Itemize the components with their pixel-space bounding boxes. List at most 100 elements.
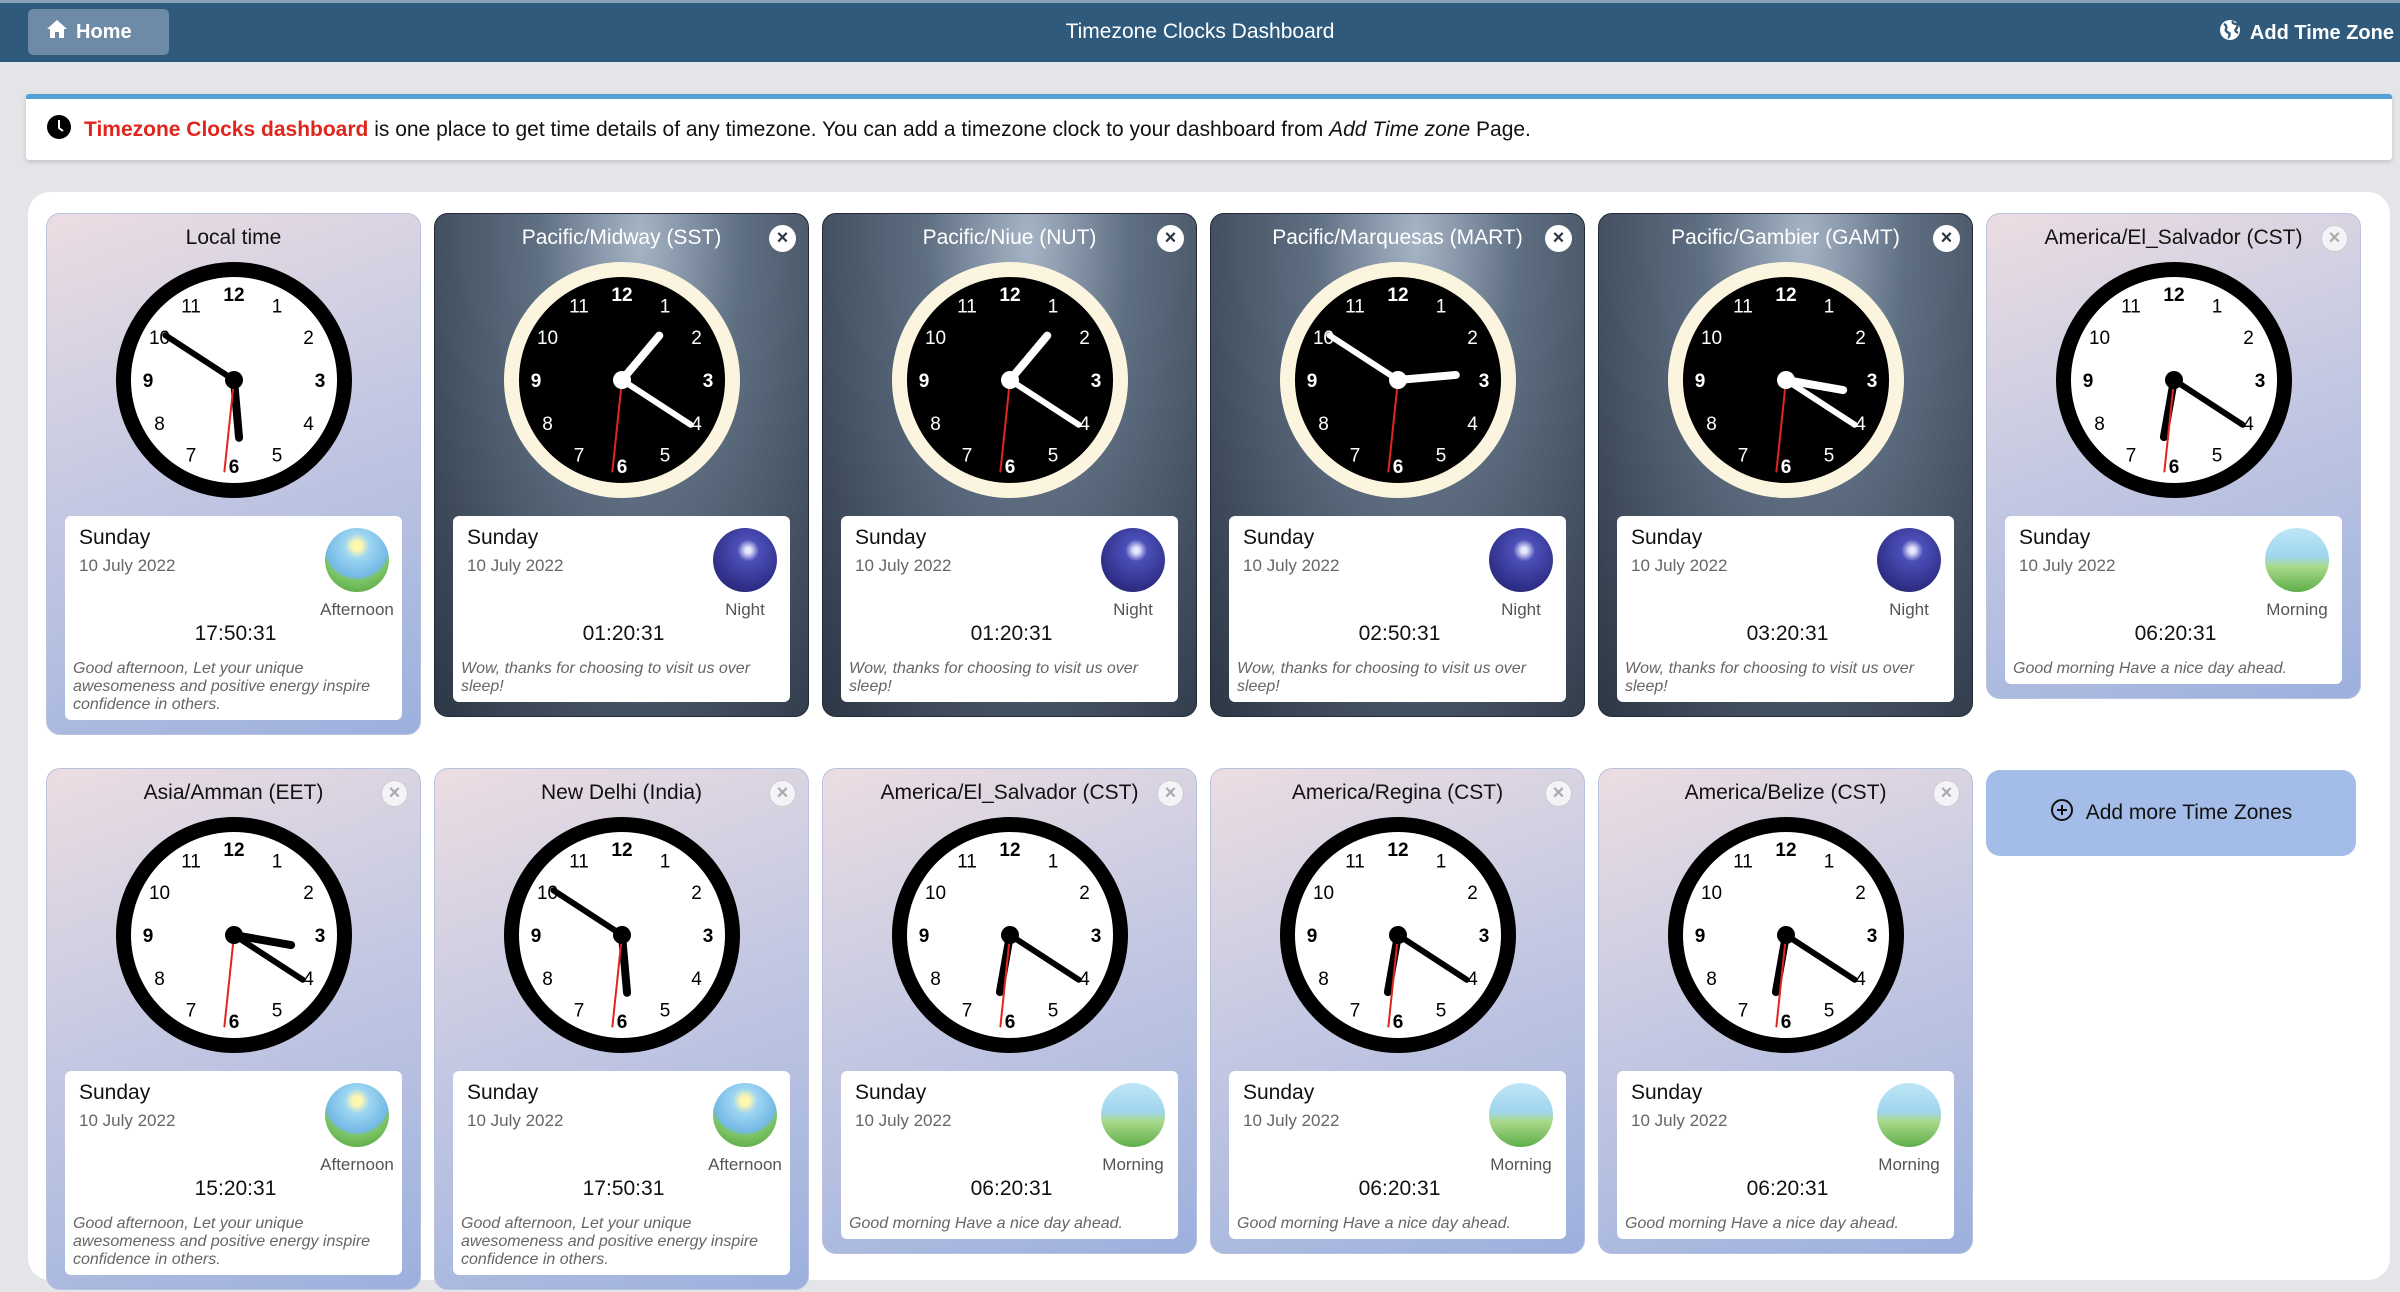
remove-clock-button[interactable]: × [381,780,408,807]
night-scene-icon [1489,528,1553,592]
clock-number: 3 [1090,371,1101,392]
clock-number: 11 [1345,852,1365,873]
greeting-message: Wow, thanks for choosing to visit us ove… [1625,660,1915,695]
clock-number: 8 [154,414,165,435]
close-icon: × [1940,227,1953,249]
clock-number: 8 [542,414,553,435]
digital-time: 06:20:31 [970,1177,1053,1200]
remove-clock-button[interactable]: × [1545,780,1572,807]
timezone-card: America/Regina (CST) × 1 2 3 4 5 6 7 8 9 10 11 12 Sun… [1210,768,1585,1254]
time-details: Sunday 10 July 2022 Morning 06:20:31 Goo… [841,1071,1178,1239]
timezone-card: America/Belize (CST) × 1 2 3 4 5 6 7 8 9 10 11 12 Sun… [1598,768,1973,1254]
clock-number: 9 [1694,926,1705,947]
clock-number: 9 [142,926,153,947]
add-more-time-zones-button[interactable]: Add more Time Zones [1986,770,2356,856]
clock-number: 8 [154,969,165,990]
clock-number: 9 [1694,371,1705,392]
analog-clock: 123456789101112 [1667,817,1904,1053]
clock-number: 7 [2125,445,2136,466]
clock-number: 11 [181,297,201,318]
time-details: Sunday 10 July 2022 Morning 06:20:31 Goo… [1229,1071,1566,1239]
clock-number: 5 [1435,1000,1446,1021]
clock-number: 3 [314,371,325,392]
clock-number: 3 [1866,371,1877,392]
time-details: Sunday 10 July 2022 Night 03:20:31 Wow, … [1617,516,1954,702]
timezone-title: Pacific/Midway (SST) [521,226,722,249]
clock-number: 9 [918,371,929,392]
clock-number: 8 [1706,414,1717,435]
clock-number: 10 [2088,328,2109,349]
remove-clock-button[interactable]: × [769,780,796,807]
period-indicator: Afternoon [320,528,394,620]
morning-scene-icon [1101,1083,1165,1147]
clock-number: 1 [271,852,282,873]
analog-clock: 123456789101112 [1279,262,1516,498]
clock-number: 2 [1467,883,1478,904]
clock-number: 7 [1737,1000,1748,1021]
clock-number: 11 [569,852,589,873]
period-label: Morning [1878,1155,1940,1174]
period-label: Afternoon [708,1155,782,1174]
clock-number: 6 [1392,457,1403,478]
clock-number: 7 [1349,445,1360,466]
time-details: Sunday 10 July 2022 Afternoon 17:50:31 G… [65,516,402,720]
remove-clock-button[interactable]: × [1157,225,1184,252]
close-icon: × [1940,782,1953,804]
info-highlight: Timezone Clocks dashboard [84,117,369,141]
greeting-message: Good morning Have a nice day ahead. [1237,1215,1511,1232]
analog-clock: 123456789101112 [1279,817,1516,1053]
globe-icon [2218,18,2242,48]
clock-number: 5 [271,445,282,466]
period-indicator: Afternoon [320,1083,394,1175]
morning-scene-icon [1489,1083,1553,1147]
clock-number: 10 [148,883,169,904]
clock-number: 1 [1823,852,1834,873]
digital-time: 06:20:31 [1746,1177,1829,1200]
clock-number: 3 [1866,926,1877,947]
remove-clock-button[interactable]: × [1157,780,1184,807]
analog-clock: 123456789101112 [1667,262,1904,498]
greeting-message: Good afternoon, Let your unique awesomen… [73,660,371,713]
analog-clock: 123456789101112 [503,262,740,498]
period-label: Morning [1490,1155,1552,1174]
afternoon-scene-icon [325,528,389,592]
clock-number: 12 [1775,285,1796,306]
night-scene-icon [1101,528,1165,592]
remove-clock-button[interactable]: × [1545,225,1572,252]
greeting-message: Good afternoon, Let your unique awesomen… [73,1215,371,1268]
clock-number: 7 [961,1000,972,1021]
clock-number: 5 [1823,445,1834,466]
remove-clock-button[interactable]: × [769,225,796,252]
clock-number: 5 [271,1000,282,1021]
digital-time: 01:20:31 [970,622,1053,645]
clock-number: 5 [659,445,670,466]
greeting-message: Wow, thanks for choosing to visit us ove… [461,660,751,695]
info-text: is one place to get time details of any … [374,117,1324,141]
clock-number: 3 [1478,371,1489,392]
clock-number: 11 [957,852,977,873]
clock-number: 10 [924,328,945,349]
close-icon: × [1164,227,1177,249]
clock-number: 11 [2121,297,2141,318]
analog-clock: 123456789101112 [115,817,352,1053]
clock-number: 11 [569,297,589,318]
greeting-message: Good morning Have a nice day ahead. [2013,660,2287,677]
add-time-zone-link[interactable]: Add Time Zone [2218,18,2394,48]
afternoon-scene-icon [713,1083,777,1147]
period-indicator: Night [1488,528,1554,620]
clock-number: 1 [659,297,670,318]
morning-scene-icon [1877,1083,1941,1147]
close-icon: × [1552,227,1565,249]
clock-number: 10 [1312,883,1333,904]
clock-number: 8 [542,969,553,990]
greeting-message: Good afternoon, Let your unique awesomen… [461,1215,759,1268]
clock-number: 8 [2094,414,2105,435]
info-text-end: Page. [1476,117,1531,141]
time-details: Sunday 10 July 2022 Night 01:20:31 Wow, … [453,516,790,702]
remove-clock-button[interactable]: × [1933,780,1960,807]
remove-clock-button[interactable]: × [2321,225,2348,252]
period-indicator: Night [1876,528,1942,620]
clock-number: 12 [1387,840,1408,861]
clock-number: 3 [702,371,713,392]
remove-clock-button[interactable]: × [1933,225,1960,252]
